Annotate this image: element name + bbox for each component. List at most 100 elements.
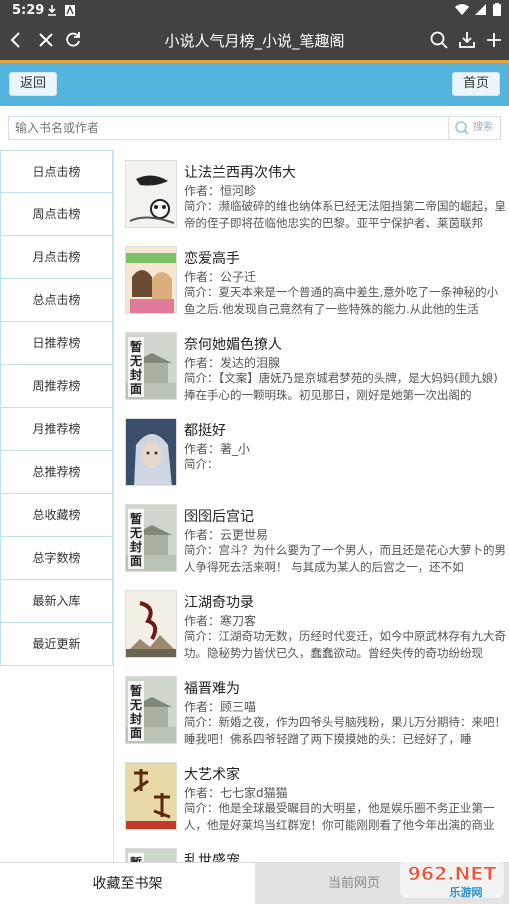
sidebar-item-total-recommend[interactable]: 总推荐榜 [0,451,113,494]
status-time: 5:29 [12,3,45,18]
status-bar: 5:29 [0,0,509,22]
no-cover-image: 暂 [126,849,176,862]
book-intro: 简介：新婚之夜，作为四爷头号脑残粉，果儿万分期待：来吧！睡我吧！佛系四爷轻蹭了两… [184,715,506,746]
book-item[interactable]: 都挺好 作者：著_小 简介： [120,408,509,494]
sidebar-item-total-favorites[interactable]: 总收藏榜 [0,494,113,537]
book-cover[interactable]: 暂 [125,848,177,862]
book-author: 作者：公子迁 [184,270,257,284]
book-item[interactable]: 江湖奇功录 作者：寒刀客 简介：江湖奇功无数，历经时代变迁，如今中原武林存有九大… [120,580,509,666]
book-item[interactable]: 大艺术家 作者：七七家d猫猫 简介：他是全球最受瞩目的大明星，他是娱乐圈不务正业… [120,752,509,838]
watermark-text: 962.NET [408,863,497,885]
book-author: 作者：发达的泪腺 [184,356,281,370]
artist-cover-image [126,763,176,829]
add-tab-icon[interactable] [484,30,504,50]
sidebar-item-weekly-recommend[interactable]: 周推荐榜 [0,365,113,408]
book-intro: 简介：他是全球最受瞩目的大明星，他是娱乐圈不务正业第一人，他是好莱坞当红群宠！你… [184,801,495,832]
browser-title: 小说人气月榜_小说_笔趣阁 [164,32,345,50]
book-intro: 简介：濒临破碎的维也纳体系已经无法阻挡第二帝国的崛起，皇帝的侄子即将莅临他忠实的… [184,199,506,230]
book-item[interactable]: 让法兰西再次伟大 作者：恒河畛 简介：濒临破碎的维也纳体系已经无法阻挡第二帝国的… [120,150,509,236]
magnifier-icon [455,121,469,135]
no-cover-image: 暂 无 封 面 [126,677,176,743]
no-cover-char-3: 封 [130,367,142,382]
book-author: 作者：恒河畛 [184,184,257,198]
sidebar-item-daily-clicks[interactable]: 日点击榜 [0,150,113,193]
book-cover[interactable]: 暂 无 封 面 [125,676,177,744]
download-icon[interactable] [457,30,477,50]
sidebar-item-newest[interactable]: 最新入库 [0,580,113,623]
book-title[interactable]: 都挺好 [184,420,226,440]
book-cover[interactable] [125,590,177,658]
sidebar-item-total-words[interactable]: 总字数榜 [0,537,113,580]
refresh-icon[interactable] [63,30,83,50]
book-cover[interactable]: 暂 无 封 面 [125,504,177,572]
book-intro: 简介： [184,457,219,471]
no-cover-char-3: 封 [130,711,142,726]
sidebar-item-daily-recommend[interactable]: 日推荐榜 [0,322,113,365]
book-cover[interactable] [125,418,177,486]
book-author: 作者：著_小 [184,442,251,456]
no-cover-image: 暂 无 封 面 [126,333,176,399]
add-to-shelf-button[interactable]: 收藏至书架 [0,863,255,904]
book-title[interactable]: 让法兰西再次伟大 [184,162,296,182]
no-cover-char-1: 暂 [130,339,142,354]
book-author: 作者：顾三喵 [184,700,257,714]
book-item[interactable]: 暂 无 封 面 奈何她媚色撩人 作者：发达的泪腺 简介：【文案】唐妩乃是京城君梦… [120,322,509,408]
book-cover[interactable]: 暂 无 封 面 [125,332,177,400]
book-title[interactable]: 恋爱高手 [184,248,240,268]
browser-toolbar: 小说人气月榜_小说_笔趣阁 [0,22,509,60]
sidebar-item-total-clicks[interactable]: 总点击榜 [0,279,113,322]
search-button-label: 搜索 [473,122,493,133]
app-notification-icon [65,5,75,16]
home-button[interactable]: 首页 [451,72,500,96]
sidebar-item-recently-updated[interactable]: 最近更新 [0,623,113,666]
no-cover-char-1: 暂 [130,683,142,698]
book-item[interactable]: 恋爱高手 作者：公子迁 简介：夏天本来是一个普通的高中差生,意外吃了一条神秘的小… [120,236,509,322]
watermark-subtext: 乐游网 [450,885,483,899]
book-intro: 简介：宫斗？为什么要为了一个男人，而且还是花心大萝卜的男人争得死去活来啊！ 与其… [184,543,506,574]
book-cover[interactable] [125,160,177,228]
site-watermark-logo: 962.NET 乐游网 [400,860,504,899]
no-cover-char-2: 无 [129,526,142,540]
wifi-icon [455,3,469,15]
wuxia-cover-image [126,591,176,657]
sidebar-item-weekly-clicks[interactable]: 周点击榜 [0,193,113,236]
sidebar-item-monthly-recommend[interactable]: 月推荐榜 [0,408,113,451]
book-title[interactable]: 福晋难为 [184,678,240,698]
no-cover-char-4: 面 [130,382,142,396]
book-item[interactable]: 暂 无 封 面 福晋难为 作者：顾三喵 简介：新婚之夜，作为四爷头号脑残粉，果儿… [120,666,509,752]
no-cover-char-2: 无 [129,698,142,712]
no-cover-char-4: 面 [130,554,142,568]
book-cover[interactable] [125,762,177,830]
book-intro: 简介：夏天本来是一个普通的高中差生,意外吃了一条神秘的小鱼之后.他发现自己竟然有… [184,285,499,316]
search-icon[interactable] [429,30,449,50]
back-button[interactable]: 返回 [9,72,58,96]
no-cover-char-3: 封 [130,539,142,554]
book-intro: 简介：江湖奇功无数，历经时代变迁，如今中原武林存有九大奇功。隐秘势力皆伏已久，蠢… [184,629,506,660]
search-bar: 搜索 [8,116,501,140]
book-title[interactable]: 囹囹后宫记 [184,506,254,526]
book-title[interactable]: 大艺术家 [184,764,240,784]
no-cover-char-2: 无 [129,354,142,368]
search-input[interactable] [9,117,449,139]
book-title[interactable]: 江湖奇功录 [184,592,254,612]
book-cover[interactable] [125,246,177,314]
no-cover-image: 暂 无 封 面 [126,505,176,571]
no-cover-char-1: 暂 [130,855,142,862]
close-icon[interactable] [36,30,56,50]
book-title[interactable]: 乱世盛宠 [184,850,240,862]
book-item[interactable]: 暂 无 封 面 囹囹后宫记 作者：云更世易 简介：宫斗？为什么要为了一个男人，而… [120,494,509,580]
search-button[interactable]: 搜索 [448,117,500,139]
book-author: 作者：七七家d猫猫 [184,786,288,800]
book-list: 让法兰西再次伟大 作者：恒河畛 简介：濒临破碎的维也纳体系已经无法阻挡第二帝国的… [120,150,509,862]
ink-cover-image [126,161,176,227]
book-title[interactable]: 奈何她媚色撩人 [184,334,282,354]
site-header: 返回 首页 [0,63,509,106]
ranking-sidebar: 日点击榜 周点击榜 月点击榜 总点击榜 日推荐榜 周推荐榜 月推荐榜 总推荐榜 … [0,150,114,862]
book-author: 作者：寒刀客 [184,614,257,628]
download-status-icon [48,5,56,16]
sidebar-item-monthly-clicks[interactable]: 月点击榜 [0,236,113,279]
portrait-cover-image [126,419,176,485]
book-intro: 简介：【文案】唐妩乃是京城君梦苑的头牌，是大妈妈(顾九娘)捧在手心的一颗明珠。初… [184,371,498,402]
back-arrow-icon[interactable] [6,30,26,50]
no-cover-char-1: 暂 [130,511,142,526]
